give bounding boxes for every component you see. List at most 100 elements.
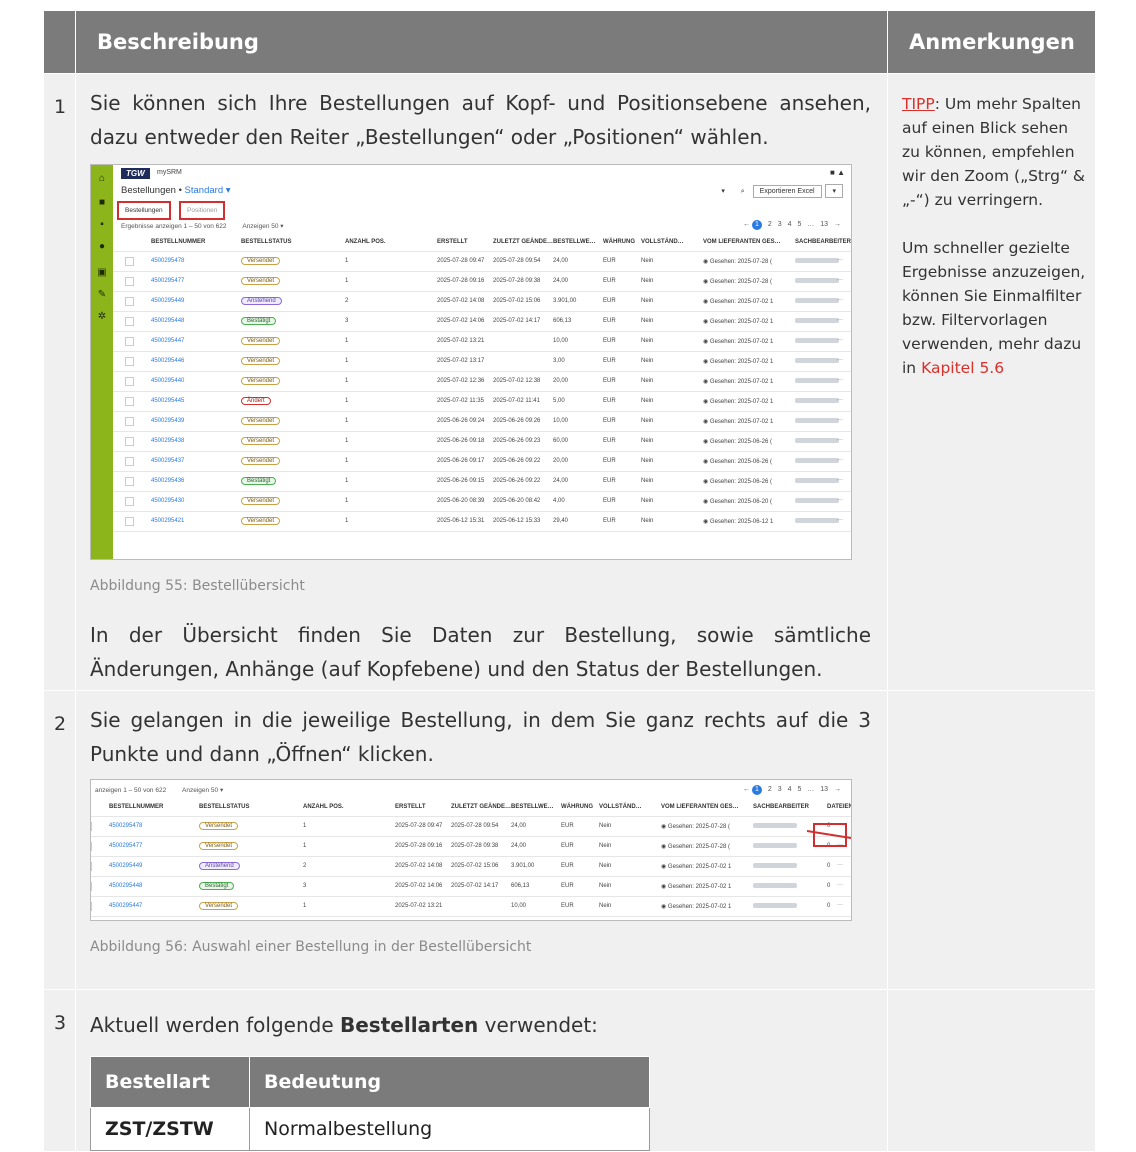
order-number-link[interactable]: 4500295421	[151, 518, 184, 524]
row-checkbox[interactable]	[125, 517, 134, 526]
row-actions-icon[interactable]: ···	[837, 357, 843, 363]
table-row[interactable]: 4500295430 Versendet 1 2025-06-20 08:39 2025…	[113, 492, 851, 512]
row-checkbox[interactable]	[125, 377, 134, 386]
column-header[interactable]: VOM LIEFERANTEN GES…	[661, 804, 739, 810]
row-checkbox[interactable]	[125, 277, 134, 286]
filter-dropdown-icon[interactable]: ▾	[721, 188, 725, 195]
row-checkbox[interactable]	[91, 882, 92, 891]
order-number-link[interactable]: 4500295477	[109, 843, 142, 849]
row-actions-icon[interactable]: ···	[837, 457, 843, 463]
order-number-link[interactable]: 4500295478	[109, 823, 142, 829]
page-button[interactable]: 3	[778, 221, 782, 228]
gear-icon[interactable]: ✲	[96, 311, 108, 323]
order-number-link[interactable]: 4500295440	[151, 378, 184, 384]
row-actions-icon[interactable]: ···	[837, 437, 843, 443]
order-number-link[interactable]: 4500295449	[151, 298, 184, 304]
row-checkbox[interactable]	[125, 357, 134, 366]
page-button[interactable]: …	[807, 221, 814, 228]
chapter-link[interactable]: Kapitel 5.6	[921, 359, 1004, 377]
table-row[interactable]: 4500295448 Bestätigt 3 2025-07-02 14:06 2025…	[113, 312, 851, 332]
order-number-link[interactable]: 4500295477	[151, 278, 184, 284]
row-actions-icon[interactable]: ···	[837, 517, 843, 523]
column-header[interactable]: BESTELLWE…	[511, 804, 554, 810]
row-checkbox[interactable]	[91, 902, 92, 911]
user-icon[interactable]: ●	[96, 241, 108, 253]
prev-page-icon[interactable]: ←	[743, 221, 750, 228]
page-button[interactable]: 4	[788, 786, 792, 793]
table-row[interactable]: 4500295447 Versendet 1 2025-07-02 13:21 10,0…	[113, 332, 851, 352]
order-number-link[interactable]: 4500295449	[109, 863, 142, 869]
table-row[interactable]: 4500295438 Versendet 1 2025-06-26 09:18 2025…	[113, 432, 851, 452]
tab-orders[interactable]: Bestellungen	[117, 201, 171, 220]
export-options-button[interactable]: ▾	[825, 184, 843, 198]
row-actions-icon[interactable]: ···	[837, 337, 843, 343]
order-number-link[interactable]: 4500295478	[151, 258, 184, 264]
row-actions-icon[interactable]: ···	[837, 377, 843, 383]
table-row[interactable]: 4500295445 Ändert 1 2025-07-02 11:35 2025-07…	[113, 392, 851, 412]
page-button[interactable]: 1	[751, 785, 762, 795]
row-checkbox[interactable]	[125, 317, 134, 326]
row-actions-icon[interactable]: ···	[837, 257, 843, 263]
row-checkbox[interactable]	[125, 477, 134, 486]
table-row[interactable]: 4500295421 Versendet 1 2025-06-12 15:31 2025…	[113, 512, 851, 532]
column-header[interactable]: BESTELLNUMMER	[109, 804, 163, 810]
document-icon[interactable]: ▪	[96, 219, 108, 231]
row-actions-icon[interactable]: ···	[837, 497, 843, 503]
row-checkbox[interactable]	[125, 437, 134, 446]
table-row[interactable]: 4500295446 Versendet 1 2025-07-02 13:17 3,00…	[113, 352, 851, 372]
column-header[interactable]: ANZAHL POS.	[303, 804, 344, 810]
table-row[interactable]: 4500295447 Versendet 1 2025-07-02 13:21 10,0…	[91, 897, 851, 917]
view-selector[interactable]: Standard	[185, 185, 224, 196]
table-row[interactable]: 4500295436 Bestätigt 1 2025-06-26 09:15 2025…	[113, 472, 851, 492]
order-number-link[interactable]: 4500295439	[151, 418, 184, 424]
wrench-icon[interactable]: ✎	[96, 289, 108, 301]
column-header[interactable]: WÄHRUNG	[561, 804, 593, 810]
page-button[interactable]: 2	[768, 221, 772, 228]
row-actions-icon[interactable]: ···	[837, 297, 843, 303]
table-row[interactable]: 4500295437 Versendet 1 2025-06-26 09:17 2025…	[113, 452, 851, 472]
table-row[interactable]: 4500295477 Versendet 1 2025-07-28 09:16 2025…	[113, 272, 851, 292]
page-button[interactable]: 2	[768, 786, 772, 793]
next-page-icon[interactable]: →	[834, 786, 841, 793]
page-button[interactable]: 5	[797, 221, 801, 228]
row-checkbox[interactable]	[91, 822, 92, 831]
page-button[interactable]: 3	[778, 786, 782, 793]
column-header[interactable]: DATEIEN	[827, 804, 851, 810]
column-header[interactable]: BESTELLSTATUS	[199, 804, 249, 810]
page-button[interactable]: 1	[751, 220, 762, 230]
page-size-select[interactable]: Anzeigen 50	[242, 223, 278, 230]
table-row[interactable]: 4500295440 Versendet 1 2025-07-02 12:36 2025…	[113, 372, 851, 392]
row-checkbox[interactable]	[91, 842, 92, 851]
row-actions-icon[interactable]: ···	[837, 417, 843, 423]
order-number-link[interactable]: 4500295445	[151, 398, 184, 404]
row-actions-icon[interactable]: ···	[837, 317, 843, 323]
column-header[interactable]: SACHBEARBEITER	[795, 239, 851, 245]
order-number-link[interactable]: 4500295446	[151, 358, 184, 364]
column-header[interactable]: SACHBEARBEITER	[753, 804, 809, 810]
row-checkbox[interactable]	[125, 497, 134, 506]
table-row[interactable]: 4500295449 Anstehend 2 2025-07-02 14:08 2025…	[91, 857, 851, 877]
row-actions-icon[interactable]: ···	[837, 862, 843, 868]
home-icon[interactable]: ⌂	[96, 173, 108, 185]
page-button[interactable]: 13	[820, 221, 828, 228]
order-number-link[interactable]: 4500295437	[151, 458, 184, 464]
column-header[interactable]: BESTELLNUMMER	[151, 239, 205, 245]
column-header[interactable]: VOM LIEFERANTEN GES…	[703, 239, 781, 245]
export-excel-button[interactable]: Exportieren Excel	[752, 185, 822, 198]
row-checkbox[interactable]	[125, 297, 134, 306]
order-number-link[interactable]: 4500295438	[151, 438, 184, 444]
row-checkbox[interactable]	[125, 457, 134, 466]
row-checkbox[interactable]	[125, 417, 134, 426]
column-header[interactable]: VOLLSTÄND…	[641, 239, 684, 245]
order-number-link[interactable]: 4500295447	[109, 903, 142, 909]
column-header[interactable]: ZULETZT GEÄNDE…	[493, 239, 553, 245]
column-header[interactable]: ERSTELLT	[395, 804, 426, 810]
row-checkbox[interactable]	[125, 257, 134, 266]
table-row[interactable]: 4500295448 Bestätigt 3 2025-07-02 14:06 2025…	[91, 877, 851, 897]
order-number-link[interactable]: 4500295448	[109, 883, 142, 889]
row-actions-icon[interactable]: ···	[837, 277, 843, 283]
row-actions-icon[interactable]: ···	[837, 397, 843, 403]
row-checkbox[interactable]	[125, 397, 134, 406]
column-header[interactable]: VOLLSTÄND…	[599, 804, 642, 810]
order-number-link[interactable]: 4500295430	[151, 498, 184, 504]
